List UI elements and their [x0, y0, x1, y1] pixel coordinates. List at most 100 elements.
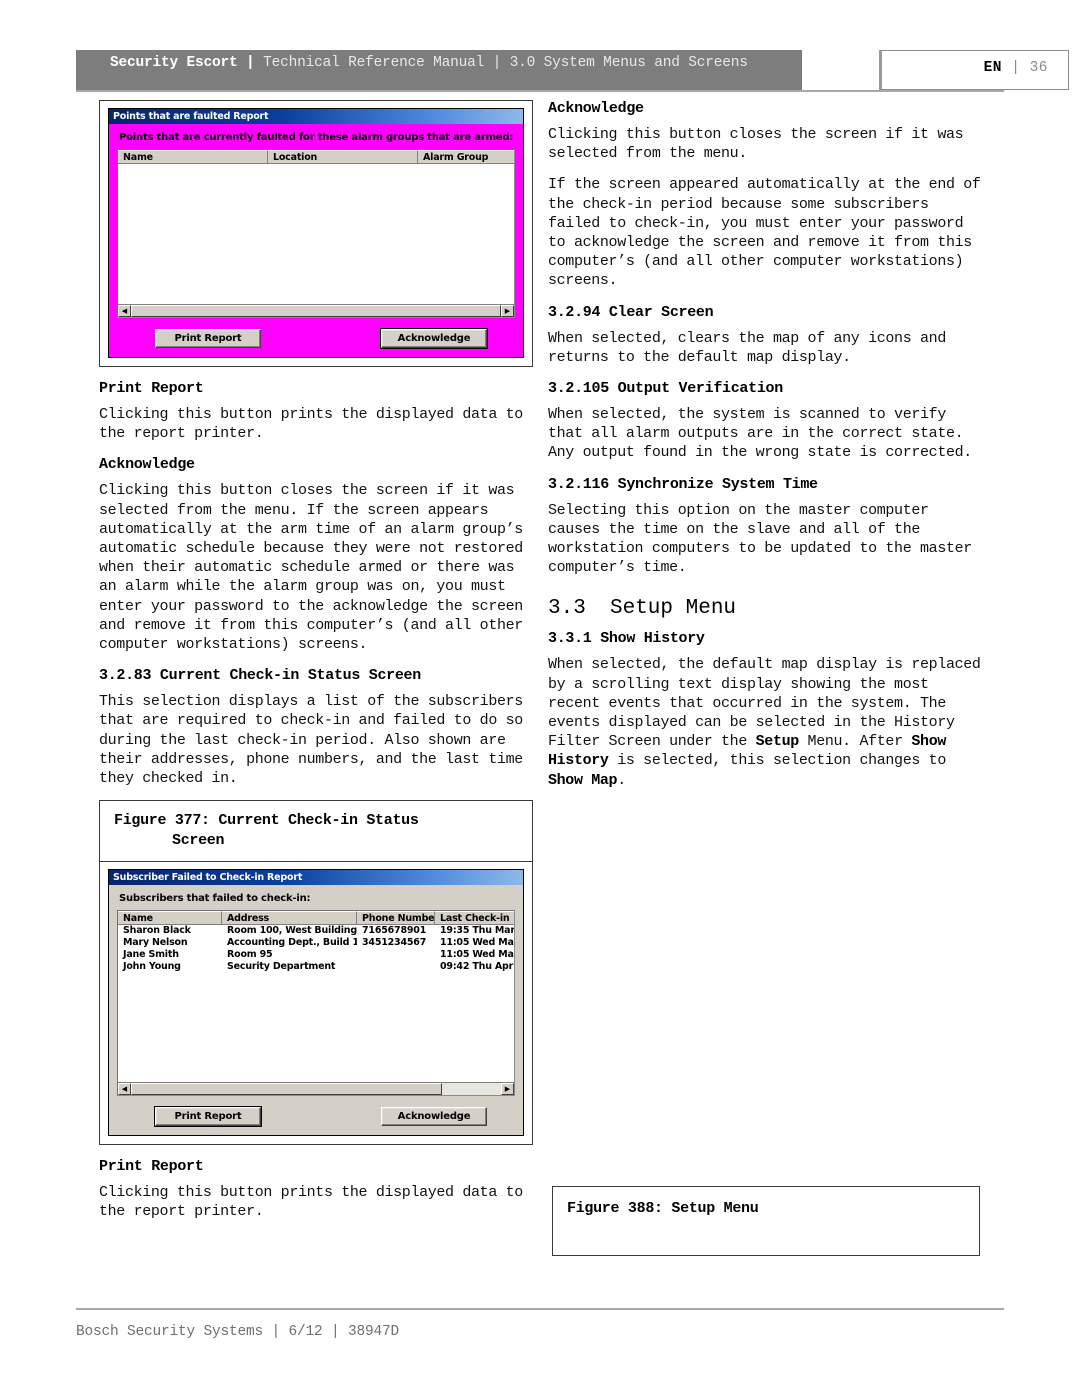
text-print-report-1: Clicking this button prints the displaye… [99, 406, 523, 443]
text-current-checkin-status: This selection displays a list of the su… [99, 693, 523, 788]
points-faulted-grid-header: Name Location Alarm Group [118, 150, 514, 164]
subscriber-failed-grid-header: Name Address Phone Number Last Check-in [118, 911, 514, 926]
text-show-history-b: Menu. After [798, 733, 912, 751]
figure-377-box: Subscriber Failed to Check-in Report Sub… [99, 861, 533, 1146]
acknowledge-button[interactable]: Acknowledge [381, 1107, 487, 1127]
heading-synchronize-system-time: 3.2.116 Synchronize System Time [548, 475, 818, 493]
text-show-history: When selected, the default map display i… [548, 655, 988, 789]
figure-faulted-report-box: Points that are faulted Report Points th… [99, 100, 533, 367]
points-faulted-buttonrow: Print Report Acknowledge [117, 328, 515, 349]
figure-377-caption-line1: Figure 377: Current Check-in Status [114, 812, 419, 830]
header-page-number: 36 [1029, 60, 1048, 76]
column-header-name[interactable]: Name [118, 911, 222, 926]
acknowledge-button[interactable]: Acknowledge [380, 328, 488, 349]
subscriber-failed-hscrollbar[interactable]: ◀ ▶ [118, 1082, 514, 1096]
header-chapter: 3.0 System Menus and Screens [509, 55, 748, 71]
header-page-box: EN | 36 [879, 50, 1069, 90]
cell-last-checkin: 19:35 Thu Mar [440, 925, 514, 937]
header-band: Security Escort | Technical Reference Ma… [76, 50, 802, 92]
table-row[interactable]: John Young Security Department 09:42 Thu… [118, 961, 514, 973]
subscriber-failed-titlebar: Subscriber Failed to Check-in Report [109, 870, 523, 886]
points-faulted-body: Points that are currently faulted for th… [109, 124, 523, 357]
cell-name: John Young [123, 961, 181, 973]
print-report-button-label: Print Report [174, 1111, 242, 1123]
text-show-history-d: . [617, 771, 626, 789]
column-header-phone-number[interactable]: Phone Number [357, 911, 435, 926]
scroll-track[interactable] [131, 1083, 501, 1096]
heading-print-report-2: Print Report [99, 1158, 204, 1176]
header-title-text: Security Escort | Technical Reference Ma… [110, 54, 790, 73]
figure-388-caption: Figure 388: Setup Menu [552, 1186, 980, 1256]
scroll-track[interactable] [131, 305, 501, 317]
scroll-right-arrow-icon[interactable]: ▶ [501, 305, 514, 317]
cell-name: Jane Smith [123, 949, 179, 961]
cell-address: Security Department [227, 961, 336, 973]
text-show-history-c: is selected, this selection changes to [608, 752, 946, 770]
column-header-location[interactable]: Location [268, 150, 418, 164]
footer-rule [76, 1308, 1004, 1310]
figure-377-caption-line2: Screen [172, 832, 225, 850]
cell-phone: 3451234567 [362, 937, 427, 949]
acknowledge-button-label: Acknowledge [397, 1111, 471, 1123]
header-page-info: EN | 36 [984, 60, 1048, 76]
page-header: Security Escort | Technical Reference Ma… [76, 50, 1069, 92]
heading-clear-screen: 3.2.94 Clear Screen [548, 303, 714, 321]
header-brand: Security Escort [110, 55, 238, 71]
subscriber-failed-buttonrow: Print Report Acknowledge [117, 1106, 515, 1128]
header-sep-1: | [246, 55, 255, 71]
column-header-address[interactable]: Address [222, 911, 357, 926]
cell-last-checkin: 11:05 Wed Ma [440, 937, 514, 949]
scroll-left-arrow-icon[interactable]: ◀ [118, 305, 131, 317]
header-page-sep: | [1011, 60, 1021, 76]
text-show-history-bold-setup: Setup [755, 733, 800, 751]
scroll-thumb[interactable] [131, 305, 501, 317]
cell-last-checkin: 09:42 Thu Apr [440, 961, 514, 973]
heading-acknowledge-right: Acknowledge [548, 100, 644, 117]
column-header-name[interactable]: Name [118, 150, 268, 164]
subscriber-failed-dialog: Subscriber Failed to Check-in Report Sub… [108, 869, 524, 1137]
cell-last-checkin: 11:05 Wed Ma [440, 949, 514, 961]
heading-setup-menu-number: 3.3 [548, 597, 586, 621]
points-faulted-titlebar: Points that are faulted Report [109, 109, 523, 124]
points-faulted-dialog: Points that are faulted Report Points th… [108, 108, 524, 358]
figure-377-caption: Figure 377: Current Check-in Status Scre… [99, 800, 533, 862]
text-synchronize-system-time: Selecting this option on the master comp… [548, 501, 972, 577]
heading-show-history: 3.3.1 Show History [548, 630, 705, 648]
left-column: Points that are faulted Report Points th… [99, 100, 533, 1234]
column-header-last-checkin[interactable]: Last Check-in [435, 911, 514, 926]
text-clear-screen: When selected, clears the map of any ico… [548, 329, 946, 366]
heading-print-report-1: Print Report [99, 380, 204, 397]
cell-phone [357, 961, 435, 973]
points-faulted-grid-rows [118, 164, 514, 304]
subscriber-failed-grid: Name Address Phone Number Last Check-in … [117, 910, 515, 1097]
text-acknowledge-left: Clicking this button closes the screen i… [99, 482, 523, 654]
heading-acknowledge-left: Acknowledge [99, 456, 195, 474]
column-header-alarm-group[interactable]: Alarm Group [418, 150, 514, 164]
text-acknowledge-right-2: If the screen appeared automatically at … [548, 176, 981, 290]
cell-phone: 7165678901 [362, 925, 427, 937]
table-row[interactable]: Jane Smith Room 95 11:05 Wed Ma [118, 949, 514, 961]
scroll-left-arrow-icon[interactable]: ◀ [118, 1083, 131, 1096]
points-faulted-hscrollbar[interactable]: ◀ ▶ [118, 304, 514, 317]
text-show-history-bold-show-map: Show Map [548, 771, 618, 789]
right-column: Acknowledge Clicking this button closes … [548, 100, 988, 1256]
cell-address: Room 100, West Building [227, 925, 357, 937]
subscriber-failed-grid-rows: Sharon Black Room 100, West Building 716… [118, 925, 514, 1083]
text-output-verification: When selected, the system is scanned to … [548, 406, 972, 462]
heading-setup-menu-title: Setup Menu [610, 597, 737, 621]
table-row[interactable]: Sharon Black Room 100, West Building 716… [118, 925, 514, 937]
scroll-thumb[interactable] [131, 1083, 442, 1096]
header-rule [76, 90, 1004, 92]
cell-address: Accounting Dept., Build 11 [227, 937, 357, 949]
scroll-right-arrow-icon[interactable]: ▶ [501, 1083, 514, 1096]
heading-setup-menu: 3.3 Setup Menu [548, 596, 988, 621]
print-report-button[interactable]: Print Report [154, 1106, 262, 1128]
print-report-button-label: Print Report [174, 333, 242, 344]
print-report-button[interactable]: Print Report [155, 329, 261, 348]
points-faulted-prompt: Points that are currently faulted for th… [119, 132, 514, 143]
cell-phone [357, 949, 435, 961]
table-row[interactable]: Mary Nelson Accounting Dept., Build 11 3… [118, 937, 514, 949]
header-language: EN [983, 60, 1002, 76]
cell-name: Sharon Black [123, 925, 191, 937]
header-sep-2: | [492, 55, 502, 71]
